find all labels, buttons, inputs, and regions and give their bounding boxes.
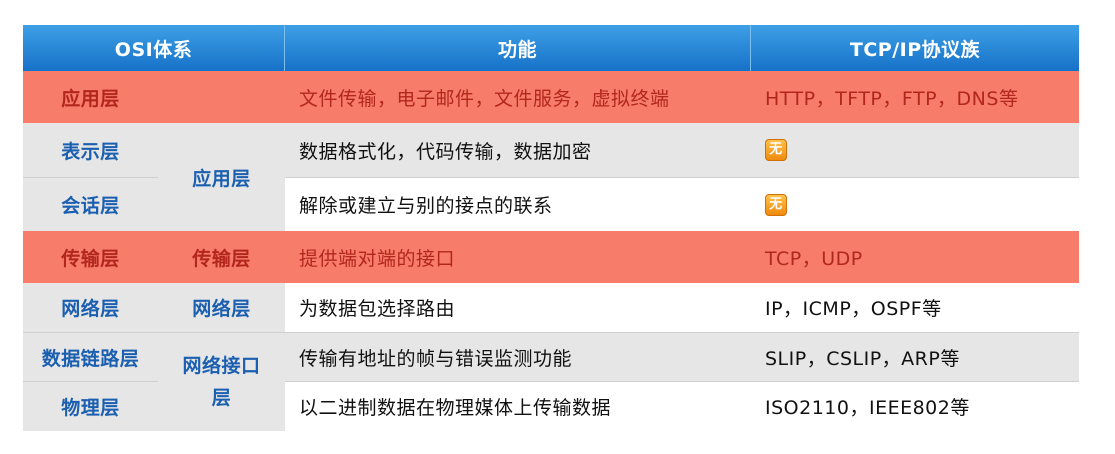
tcpip-layer-link-line2: 层: [211, 387, 232, 409]
osi-tcpip-table: OSI体系 功能 TCP/IP协议族 应用层 文件传输，电子邮件，文件服务，虚拟…: [23, 25, 1079, 431]
osi-layer-presentation: 表示层: [23, 123, 158, 178]
header-tcpip: TCP/IP协议族: [751, 25, 1079, 71]
osi-layer-physical: 物理层: [23, 382, 158, 431]
osi-layer-transport: 传输层: [23, 231, 158, 283]
function-datalink: 传输有地址的帧与错误监测功能: [285, 333, 751, 382]
function-presentation: 数据格式化，代码传输，数据加密: [285, 123, 751, 178]
osi-layer-datalink: 数据链路层: [23, 333, 158, 382]
no-icon: 无: [765, 139, 787, 161]
protocols-application: HTTP，TFTP，FTP，DNS等: [751, 71, 1079, 123]
function-session: 解除或建立与别的接点的联系: [285, 178, 751, 231]
function-transport: 提供端对端的接口: [285, 231, 751, 283]
tcpip-layer-transport: 传输层: [158, 231, 285, 283]
header-function: 功能: [285, 25, 751, 71]
protocols-session: 无: [751, 178, 1079, 231]
protocols-transport: TCP，UDP: [751, 231, 1079, 283]
osi-layer-application: 应用层: [23, 71, 158, 123]
protocols-datalink: SLIP，CSLIP，ARP等: [751, 333, 1079, 382]
function-application: 文件传输，电子邮件，文件服务，虚拟终端: [285, 71, 751, 123]
protocols-physical: ISO2110，IEEE802等: [751, 382, 1079, 431]
function-network: 为数据包选择路由: [285, 283, 751, 333]
function-physical: 以二进制数据在物理媒体上传输数据: [285, 382, 751, 431]
header-osi: OSI体系: [23, 25, 285, 71]
protocols-network: IP，ICMP，OSPF等: [751, 283, 1079, 333]
protocols-presentation: 无: [751, 123, 1079, 178]
tcpip-layer-network: 网络层: [158, 283, 285, 333]
tcpip-layer-link-line1: 网络接口: [182, 355, 261, 377]
osi-layer-session: 会话层: [23, 178, 158, 231]
no-icon: 无: [765, 193, 787, 216]
tcpip-layer-application-blank: [158, 71, 285, 123]
osi-layer-network: 网络层: [23, 283, 158, 333]
tcpip-layer-application: 应用层: [158, 123, 285, 231]
tcpip-layer-link: 网络接口 层: [158, 333, 285, 431]
